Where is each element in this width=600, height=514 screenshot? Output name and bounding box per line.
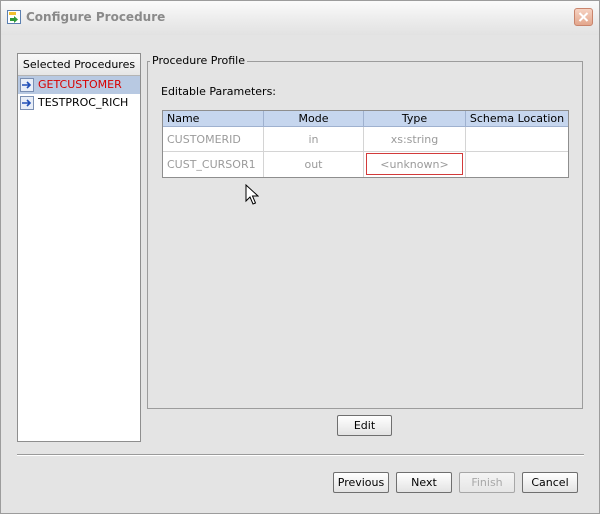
param-schema-location-cell[interactable] — [466, 127, 568, 152]
next-button[interactable]: Next — [396, 472, 452, 493]
selected-procedures-list[interactable]: Selected Procedures GETCUSTOMER TESTPROC… — [17, 53, 141, 442]
title-bar[interactable]: Configure Procedure — [1, 1, 599, 35]
parameters-table[interactable]: Name Mode Type Schema Location CUSTOMERI… — [162, 110, 569, 178]
previous-button[interactable]: Previous — [333, 472, 389, 493]
editable-parameters-label: Editable Parameters: — [161, 85, 277, 98]
column-header-type[interactable]: Type — [364, 111, 466, 127]
table-header-row: Name Mode Type Schema Location — [163, 111, 568, 127]
close-icon — [578, 12, 589, 22]
param-mode-cell[interactable]: in — [264, 127, 364, 152]
window-title: Configure Procedure — [26, 10, 166, 24]
type-editor-field[interactable]: <unknown> — [366, 153, 463, 175]
param-name-cell[interactable]: CUSTOMERID — [163, 127, 264, 152]
column-header-name[interactable]: Name — [163, 111, 264, 127]
column-header-mode[interactable]: Mode — [264, 111, 364, 127]
procedure-item-testproc-rich[interactable]: TESTPROC_RICH — [18, 94, 140, 112]
finish-button[interactable]: Finish — [459, 472, 515, 493]
selected-procedures-header: Selected Procedures — [18, 54, 140, 76]
procedure-icon — [20, 78, 34, 92]
configure-procedure-dialog: Configure Procedure Selected Procedures … — [0, 0, 600, 514]
procedure-config-icon — [7, 10, 21, 24]
column-header-schema-location[interactable]: Schema Location — [466, 111, 568, 127]
param-name-cell[interactable]: CUST_CURSOR1 — [163, 152, 264, 177]
cancel-button[interactable]: Cancel — [522, 472, 578, 493]
procedure-item-label: TESTPROC_RICH — [38, 96, 129, 109]
param-type-cell[interactable]: xs:string — [364, 127, 466, 152]
close-button[interactable] — [574, 8, 593, 26]
procedure-item-getcustomer[interactable]: GETCUSTOMER — [18, 76, 140, 94]
mouse-pointer-icon — [245, 184, 259, 205]
param-mode-cell[interactable]: out — [264, 152, 364, 177]
procedure-profile-title: Procedure Profile — [150, 54, 247, 67]
edit-button[interactable]: Edit — [337, 415, 392, 436]
procedure-icon — [20, 96, 34, 110]
param-schema-location-cell[interactable] — [466, 152, 568, 177]
procedure-item-label: GETCUSTOMER — [38, 78, 122, 91]
button-separator — [17, 454, 584, 456]
table-row[interactable]: CUST_CURSOR1 out <unknown> — [163, 152, 568, 177]
param-type-cell-editing[interactable]: <unknown> — [364, 152, 466, 177]
table-row[interactable]: CUSTOMERID in xs:string — [163, 127, 568, 152]
